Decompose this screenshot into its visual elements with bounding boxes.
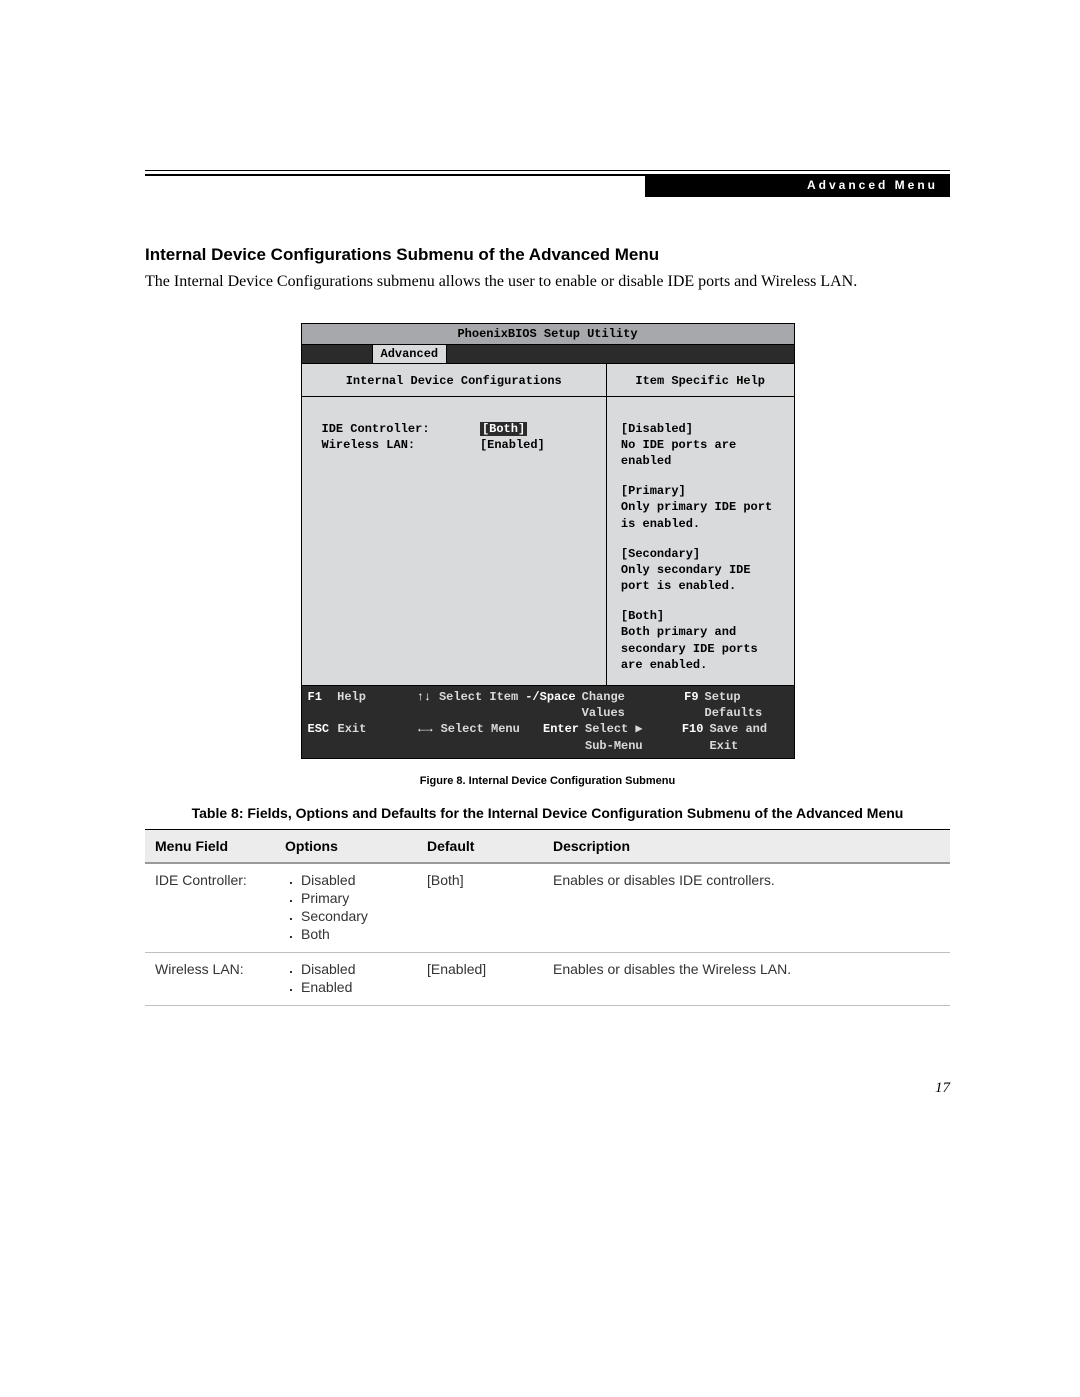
- header-section-label: Advanced Menu: [645, 174, 950, 197]
- table-row: Wireless LAN: Disabled Enabled [Enabled]…: [145, 952, 950, 1005]
- th-description: Description: [543, 829, 950, 863]
- foot-key-leftright: ←→: [383, 721, 441, 753]
- cell-description: Enables or disables IDE controllers.: [543, 863, 950, 953]
- bios-screenshot: PhoenixBIOS Setup Utility Advanced Inter…: [301, 323, 795, 759]
- ide-controller-value: [Both]: [480, 422, 527, 436]
- opt-item: Disabled: [301, 872, 407, 888]
- cell-default: [Both]: [417, 863, 543, 953]
- opt-item: Disabled: [301, 961, 407, 977]
- help-secondary-title: [Secondary]: [621, 546, 784, 562]
- th-default: Default: [417, 829, 543, 863]
- foot-lab-selectitem: Select Item: [439, 689, 523, 721]
- foot-key-space: -/Space: [523, 689, 582, 721]
- cell-field: IDE Controller:: [145, 863, 275, 953]
- foot-lab-exit: Exit: [338, 721, 383, 753]
- table-row: IDE Controller: Disabled Primary Seconda…: [145, 863, 950, 953]
- foot-key-updown: ↑↓: [382, 689, 439, 721]
- bios-left-title: Internal Device Configurations: [302, 364, 606, 397]
- ide-controller-label: IDE Controller:: [322, 422, 430, 436]
- th-menu-field: Menu Field: [145, 829, 275, 863]
- help-primary-title: [Primary]: [621, 483, 784, 499]
- wireless-lan-value: [Enabled]: [480, 438, 545, 452]
- foot-lab-setupdefaults: Setup Defaults: [705, 689, 788, 721]
- figure-caption: Figure 8. Internal Device Configuration …: [145, 775, 950, 787]
- cell-default: [Enabled]: [417, 952, 543, 1005]
- cell-field: Wireless LAN:: [145, 952, 275, 1005]
- foot-lab-submenu: Select ▶ Sub-Menu: [585, 721, 675, 753]
- foot-lab-selectmenu: Select Menu: [441, 721, 526, 753]
- opt-item: Both: [301, 926, 407, 942]
- help-primary-text: Only primary IDE port is enabled.: [621, 499, 784, 531]
- table-caption: Table 8: Fields, Options and Defaults fo…: [145, 805, 950, 821]
- foot-key-f1: F1: [308, 689, 338, 721]
- foot-key-f9: F9: [671, 689, 705, 721]
- bios-utility-title: PhoenixBIOS Setup Utility: [302, 324, 794, 345]
- bios-help-content: [Disabled] No IDE ports are enabled [Pri…: [607, 397, 794, 685]
- foot-key-f10: F10: [675, 721, 709, 753]
- wireless-lan-label: Wireless LAN:: [322, 438, 416, 452]
- opt-item: Secondary: [301, 908, 407, 924]
- bios-tab-row: Advanced: [302, 345, 794, 363]
- bios-right-title: Item Specific Help: [607, 364, 794, 397]
- section-intro: The Internal Device Configurations subme…: [145, 271, 950, 293]
- foot-key-esc: ESC: [308, 721, 338, 753]
- help-disabled-title: [Disabled]: [621, 421, 784, 437]
- bios-tab-advanced: Advanced: [372, 345, 448, 363]
- foot-lab-saveexit: Save and Exit: [709, 721, 787, 753]
- cell-description: Enables or disables the Wireless LAN.: [543, 952, 950, 1005]
- cell-options: Disabled Enabled: [275, 952, 417, 1005]
- section-title: Internal Device Configurations Submenu o…: [145, 245, 950, 265]
- cell-options: Disabled Primary Secondary Both: [275, 863, 417, 953]
- foot-key-enter: Enter: [526, 721, 585, 753]
- opt-item: Primary: [301, 890, 407, 906]
- help-disabled-text: No IDE ports are enabled: [621, 437, 784, 469]
- foot-lab-changevalues: Change Values: [582, 689, 671, 721]
- opt-item: Enabled: [301, 979, 407, 995]
- help-both-text: Both primary and secondary IDE ports are…: [621, 624, 784, 673]
- options-table: Menu Field Options Default Description I…: [145, 829, 950, 1006]
- help-secondary-text: Only secondary IDE port is enabled.: [621, 562, 784, 594]
- bios-footer: F1 Help ↑↓ Select Item -/Space Change Va…: [302, 686, 794, 758]
- page-number: 17: [935, 1080, 950, 1097]
- foot-lab-help: Help: [337, 689, 381, 721]
- help-both-title: [Both]: [621, 608, 784, 624]
- th-options: Options: [275, 829, 417, 863]
